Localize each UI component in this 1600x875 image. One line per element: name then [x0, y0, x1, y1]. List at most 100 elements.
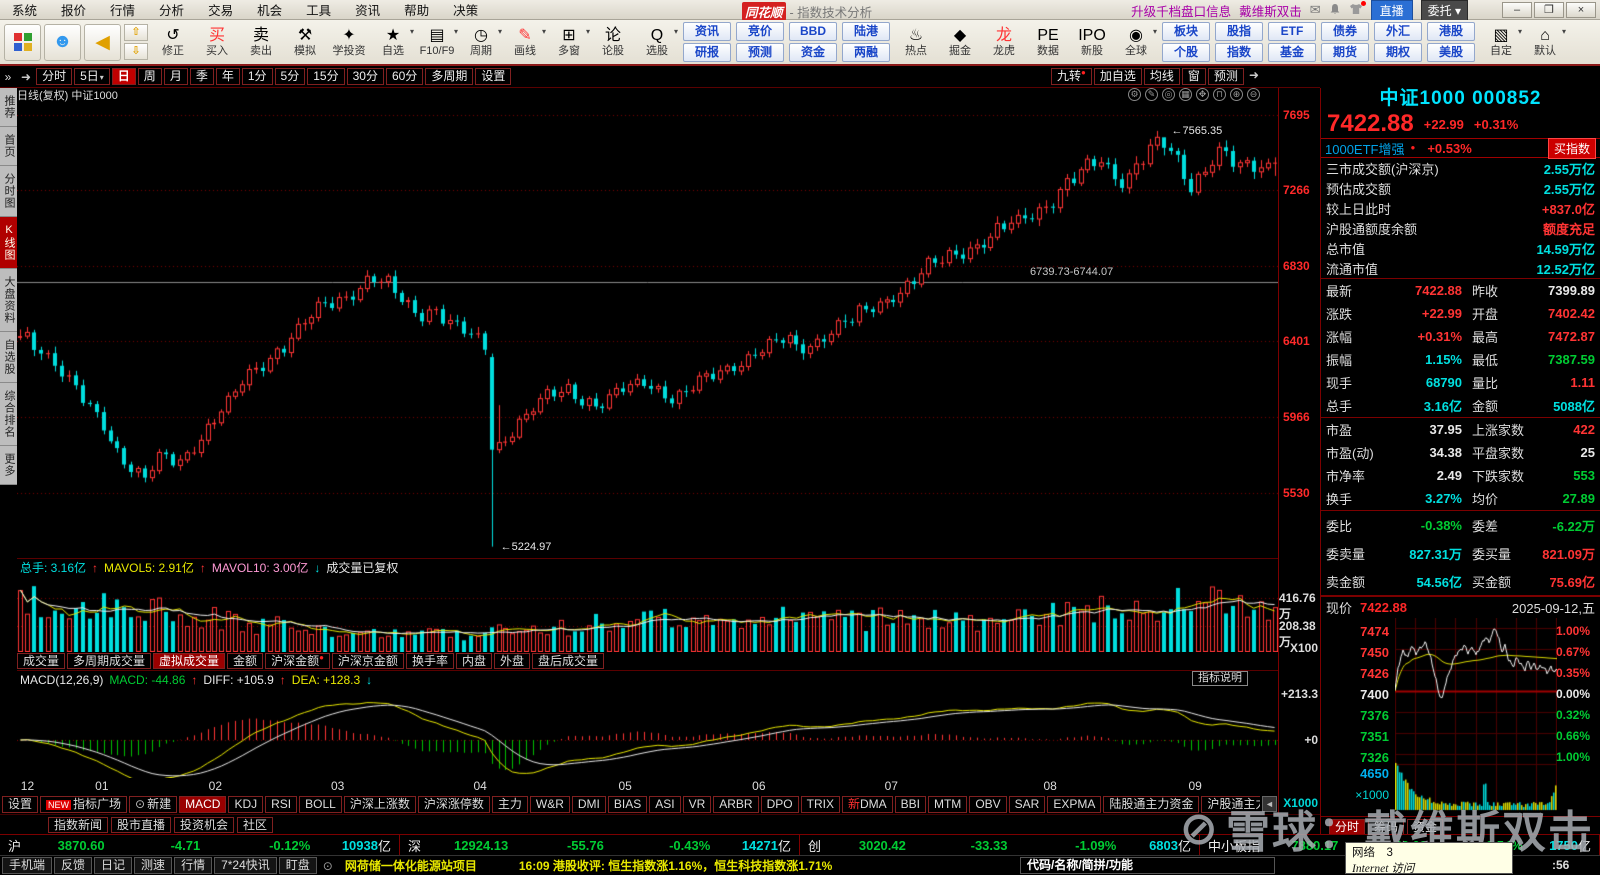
indicator-tab[interactable]: 新DMA [841, 795, 893, 813]
sidebar-item[interactable]: 更多 [0, 446, 17, 485]
toolbar-pair-top[interactable]: ETF [1268, 22, 1316, 41]
upgrade-link[interactable]: 升级千档盘口信息 [1131, 1, 1231, 20]
basket-icon[interactable]: ▦ [1179, 88, 1192, 101]
down-arrow-icon[interactable]: ⇩ [124, 43, 148, 60]
eye-icon[interactable]: ◎ [1162, 88, 1175, 101]
period-tab[interactable]: 周 [137, 68, 162, 85]
macd-canvas[interactable] [17, 688, 1278, 778]
indicator-tab[interactable]: ASI [649, 795, 681, 813]
indicator-tab[interactable]: RSI [265, 795, 298, 813]
kline-canvas[interactable] [17, 102, 1278, 558]
etf-link[interactable]: 1000ETF增强 [1325, 139, 1404, 158]
indicator-tab[interactable]: 陆股通主力资金 [1103, 795, 1200, 813]
status-bar-button[interactable]: 反馈 [54, 857, 93, 874]
indicator-tab[interactable]: BBI [894, 795, 926, 813]
toolbar-pair-bottom[interactable]: 基金 [1268, 43, 1316, 62]
menu-item[interactable]: 机会 [245, 0, 294, 19]
toolbar-pair-top[interactable]: 外汇 [1374, 22, 1422, 41]
mini-chart-tab[interactable]: 筹码 [1368, 818, 1405, 835]
zoom-out-icon[interactable]: ⊖ [1247, 88, 1260, 101]
period-tab[interactable]: 月 [163, 68, 188, 85]
indicator-tab[interactable]: EXPMA [1047, 795, 1102, 813]
toolbar-pair-bottom[interactable]: 美股 [1427, 43, 1475, 62]
indicator-tab[interactable]: DMI [571, 795, 606, 813]
menu-item[interactable]: 报价 [49, 0, 98, 19]
status-bar-button[interactable]: 日记 [94, 857, 133, 874]
menu-item[interactable]: 决策 [441, 0, 490, 19]
period-tab[interactable]: 年 [215, 68, 240, 85]
chart-option-tab[interactable]: 窗 [1181, 68, 1206, 85]
toolbar-pair-top[interactable]: 股指 [1215, 22, 1263, 41]
news-tab[interactable]: 投资机会 [174, 816, 235, 833]
dragon-icon[interactable]: 龙 龙虎 [982, 21, 1026, 63]
grad-cap-icon[interactable]: ✦ 学投资 [327, 21, 371, 63]
stock-picker-icon[interactable]: Q 选股 ▾ [635, 21, 679, 63]
sidebar-item[interactable]: K线图 [0, 217, 17, 269]
index-ticker[interactable]: 创 3020.42 -33.33 -1.09% 6803 亿 [800, 835, 1200, 855]
globe-icon[interactable]: ◉ 全球 ▾ [1114, 21, 1158, 63]
toolbar-pair-top[interactable]: 债券 [1321, 22, 1369, 41]
minimize-button[interactable]: – [1502, 2, 1532, 18]
menu-item[interactable]: 交易 [196, 0, 245, 19]
pencil-icon[interactable]: ✎ 画线 ▾ [503, 21, 547, 63]
stock-search-input[interactable]: 代码/名称/简拼/功能 [1020, 857, 1275, 874]
hand-icon[interactable]: ✥ [1196, 88, 1209, 101]
indicator-tab[interactable]: W&R [529, 795, 570, 813]
document-icon[interactable]: ▤ F10/F9 ▾ [415, 21, 459, 63]
menu-item[interactable]: 行情 [98, 0, 147, 19]
volume-tab[interactable]: 沪深京金额 [331, 653, 404, 669]
indicator-tab[interactable]: 主力 [491, 795, 528, 813]
close-button[interactable]: × [1566, 2, 1596, 18]
indicator-tab[interactable]: 沪股通主力资金 [1201, 795, 1260, 813]
chart-option-tab[interactable]: 九转● [1051, 68, 1092, 85]
indicator-tab[interactable]: BIAS [607, 795, 648, 813]
volume-tab[interactable]: 外盘 [493, 653, 530, 669]
news-tab[interactable]: 股市直播 [111, 816, 172, 833]
indicator-tab[interactable]: OBV [969, 795, 1007, 813]
indicator-tab[interactable]: DPO [760, 795, 799, 813]
gavel-icon[interactable]: ⚒ 模拟 [283, 21, 327, 63]
period-tab[interactable]: 分时 [36, 68, 73, 85]
index-ticker[interactable]: 沪 3870.60 -4.71 -0.12% 10938 亿 [0, 835, 400, 855]
status-bar-button[interactable]: 手机端 [2, 857, 53, 874]
toolbar-pair-bottom[interactable]: 个股 [1162, 43, 1210, 62]
toolbar-pair-top[interactable]: 港股 [1427, 22, 1475, 41]
gear-icon[interactable]: ⚙ [1128, 88, 1141, 101]
custom-icon[interactable]: ▧ 自定 ▾ [1479, 21, 1523, 63]
gold-icon[interactable]: ◆ 掘金 [938, 21, 982, 63]
folder-star-icon[interactable]: ★ 自选 ▾ [371, 21, 415, 63]
buy-icon[interactable]: 买 买入 [195, 21, 239, 63]
toolbar-pair-bottom[interactable]: 期货 [1321, 43, 1369, 62]
volume-canvas[interactable] [17, 576, 1278, 652]
indicator-tab[interactable]: 沪深涨停数 [417, 795, 490, 813]
volume-tab[interactable]: 成交量 [17, 653, 66, 669]
chart-option-tab[interactable]: 均线 [1143, 68, 1180, 85]
indicator-tab[interactable]: BOLL [299, 795, 342, 813]
toolbar-pair-bottom[interactable]: 两融 [842, 43, 890, 62]
indicator-tab[interactable]: 设置 [2, 795, 39, 813]
toolbar-pair-bottom[interactable]: 研报 [683, 43, 731, 62]
toolbar-pair-top[interactable]: 资讯 [683, 22, 731, 41]
period-tab[interactable]: 设置 [475, 68, 512, 85]
indicator-tab[interactable]: MTM [927, 795, 968, 813]
robot-icon[interactable]: ☻ [44, 23, 81, 61]
volume-tab[interactable]: 换手率 [405, 653, 454, 669]
period-tab[interactable]: 5日▾ [74, 68, 110, 85]
sidebar-item[interactable]: 首页 [0, 127, 17, 166]
back-icon[interactable]: ◀ [84, 23, 121, 61]
app-grid-icon[interactable] [4, 23, 41, 61]
index-ticker[interactable]: 深 12924.13 -55.76 -0.43% 14271 亿 [400, 835, 800, 855]
forum-icon[interactable]: 论 论股 [591, 21, 635, 63]
toolbar-pair-top[interactable]: 陆港 [842, 22, 890, 41]
record-icon[interactable]: ⊙ [323, 859, 333, 873]
pencil-icon[interactable]: ✎ [1145, 88, 1158, 101]
volume-tab[interactable]: 盘后成交量 [531, 653, 604, 669]
dock-arrow-icon[interactable]: ➜ [21, 70, 31, 84]
data-icon[interactable]: PE 数据 [1026, 21, 1070, 63]
scrolling-news-2[interactable]: 16:09 港股收评: 恒生指数涨1.16%，恒生科技指数涨1.71% [519, 857, 832, 874]
sidebar-item[interactable]: 自选股 [0, 332, 17, 383]
menu-item[interactable]: 分析 [147, 0, 196, 19]
toolbar-pair-top[interactable]: 板块 [1162, 22, 1210, 41]
mail-icon[interactable]: ✉ [1310, 2, 1321, 18]
sell-icon[interactable]: 卖 卖出 [239, 21, 283, 63]
